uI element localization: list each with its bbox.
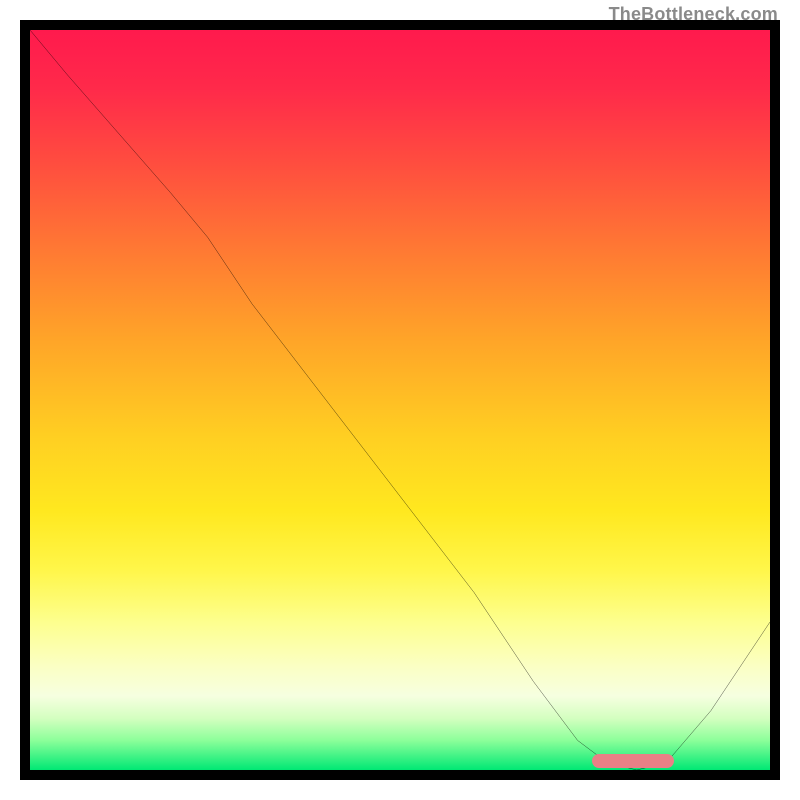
chart-frame [20, 20, 780, 780]
bottleneck-curve-path [30, 30, 770, 770]
bottleneck-curve [30, 30, 770, 770]
valley-marker-pill [592, 754, 673, 768]
chart-stage: TheBottleneck.com [0, 0, 800, 800]
